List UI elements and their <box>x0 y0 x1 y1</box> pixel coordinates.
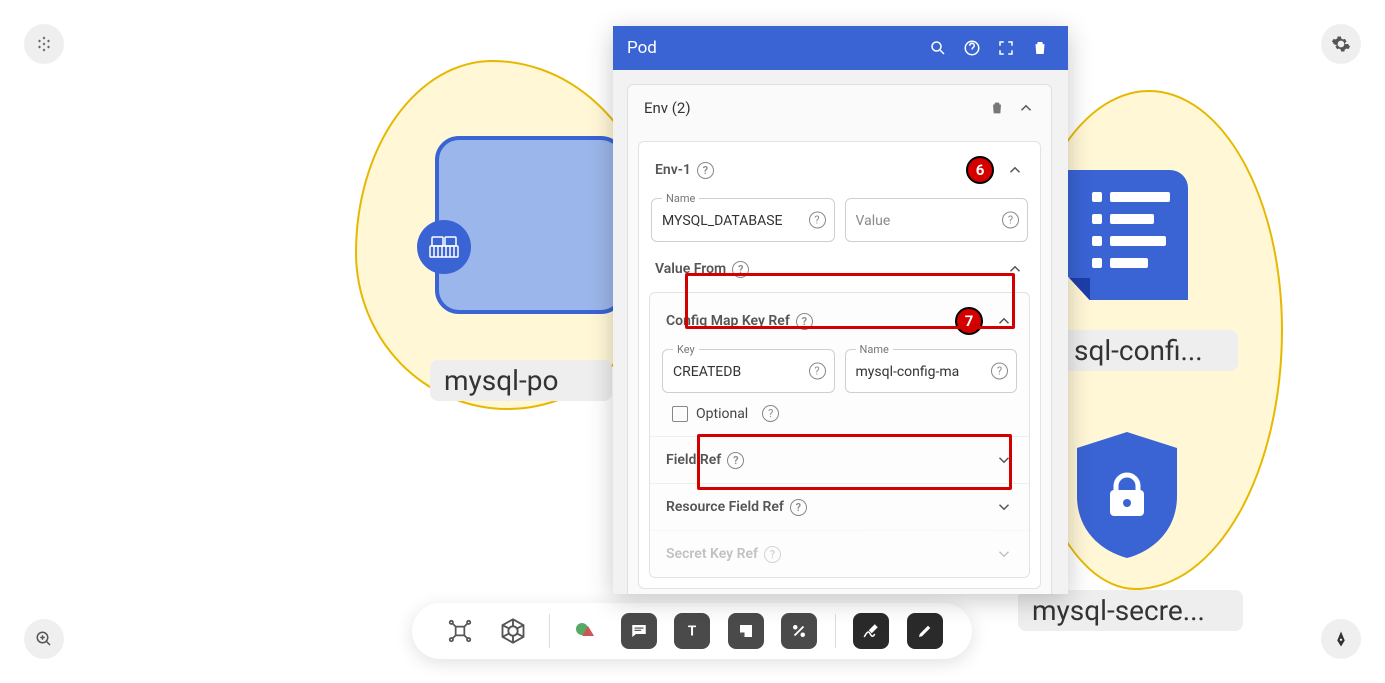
secret-key-ref-row[interactable]: Secret Key Ref ? <box>650 530 1029 577</box>
field-ref-label: Field Ref <box>666 452 721 468</box>
settings-button[interactable] <box>1321 24 1361 64</box>
help-icon[interactable]: ? <box>991 363 1008 380</box>
container-icon <box>417 220 471 274</box>
cmkr-header[interactable]: Config Map Key Ref ? 7 <box>650 293 1029 349</box>
help-icon[interactable]: ? <box>790 499 807 516</box>
optional-checkbox[interactable] <box>672 406 688 422</box>
env1-header[interactable]: Env-1 ? 6 <box>639 142 1040 198</box>
field-label: Name <box>662 192 699 205</box>
chevron-up-icon[interactable] <box>1006 161 1024 179</box>
chevron-down-icon <box>995 545 1013 563</box>
chevron-up-icon[interactable] <box>1006 260 1024 278</box>
fullscreen-icon[interactable] <box>992 34 1020 62</box>
resource-field-ref-label: Resource Field Ref <box>666 499 784 515</box>
field-ref-row[interactable]: Field Ref ? <box>650 436 1029 483</box>
field-label: Key <box>673 343 699 356</box>
comment-tool[interactable] <box>621 613 657 649</box>
draw-tool[interactable] <box>907 613 943 649</box>
configmap-icon <box>1092 192 1172 280</box>
help-icon[interactable]: ? <box>809 363 826 380</box>
secret-label[interactable]: mysql-secre... <box>1018 590 1243 631</box>
zoom-in-button[interactable] <box>24 619 64 659</box>
annotation-badge-6: 6 <box>966 156 994 184</box>
field-placeholder: Value <box>856 213 998 229</box>
pod-resource-card[interactable] <box>435 136 625 314</box>
help-icon[interactable]: ? <box>1002 212 1019 229</box>
panel-body[interactable]: Env (2) Env-1 ? 6 Name MYSQL_DATABASE <box>613 70 1068 594</box>
configmap-resource[interactable] <box>1068 170 1188 300</box>
field-label: Name <box>856 343 893 356</box>
panel-title: Pod <box>627 38 918 58</box>
chevron-down-icon <box>995 451 1013 469</box>
toolbar-separator <box>835 614 836 648</box>
field-value: CREATEDB <box>673 364 804 380</box>
optional-label: Optional <box>696 406 748 422</box>
note-tool[interactable] <box>728 613 764 649</box>
pod-label[interactable]: mysql-po <box>430 360 612 401</box>
chevron-up-icon[interactable] <box>995 312 1013 330</box>
resource-field-ref-row[interactable]: Resource Field Ref ? <box>650 483 1029 530</box>
chevron-up-icon[interactable] <box>1017 99 1035 117</box>
sign-tool[interactable] <box>853 613 889 649</box>
field-value: mysql-config-ma <box>856 364 987 380</box>
help-icon[interactable] <box>958 34 986 62</box>
help-icon[interactable]: ? <box>762 405 779 422</box>
env-name-input[interactable]: Name MYSQL_DATABASE ? <box>651 198 835 242</box>
cmkr-label: Config Map Key Ref <box>666 313 790 329</box>
value-from-header[interactable]: Value From ? <box>639 254 1040 292</box>
app-menu-button[interactable] <box>24 24 64 64</box>
kubernetes-icon[interactable] <box>495 613 531 649</box>
cmkr-key-input[interactable]: Key CREATEDB ? <box>662 349 835 393</box>
delete-env-icon[interactable] <box>989 100 1005 116</box>
pen-tool-button[interactable] <box>1321 619 1361 659</box>
cmkr-name-input[interactable]: Name mysql-config-ma ? <box>845 349 1018 393</box>
svg-text:T: T <box>688 624 697 640</box>
help-icon[interactable]: ? <box>796 313 813 330</box>
env1-label: Env-1 <box>655 162 691 178</box>
text-tool[interactable]: T <box>674 613 710 649</box>
bottom-toolbar: T <box>412 603 972 659</box>
env-value-input[interactable]: Value ? <box>845 198 1029 242</box>
search-icon[interactable] <box>924 34 952 62</box>
delete-icon[interactable] <box>1026 34 1054 62</box>
env-header-label: Env (2) <box>644 99 691 117</box>
percent-tool[interactable] <box>781 613 817 649</box>
help-icon[interactable]: ? <box>809 212 826 229</box>
configmap-label[interactable]: sql-confi... <box>1060 330 1238 371</box>
panel-header: Pod <box>613 26 1068 70</box>
env-section-header[interactable]: Env (2) <box>628 85 1051 131</box>
shapes-tool[interactable] <box>567 613 603 649</box>
help-icon[interactable]: ? <box>732 261 749 278</box>
secret-resource[interactable] <box>1072 430 1182 560</box>
architecture-icon[interactable] <box>442 613 478 649</box>
chevron-down-icon <box>995 498 1013 516</box>
annotation-badge-7: 7 <box>955 307 983 335</box>
help-icon[interactable]: ? <box>764 546 781 563</box>
toolbar-separator <box>549 614 550 648</box>
help-icon[interactable]: ? <box>697 162 714 179</box>
properties-panel: Pod Env (2) Env-1 ? 6 <box>613 26 1068 594</box>
help-icon[interactable]: ? <box>727 452 744 469</box>
value-from-label: Value From <box>655 261 726 277</box>
field-value: MYSQL_DATABASE <box>662 213 804 229</box>
secret-key-ref-label: Secret Key Ref <box>666 546 758 562</box>
